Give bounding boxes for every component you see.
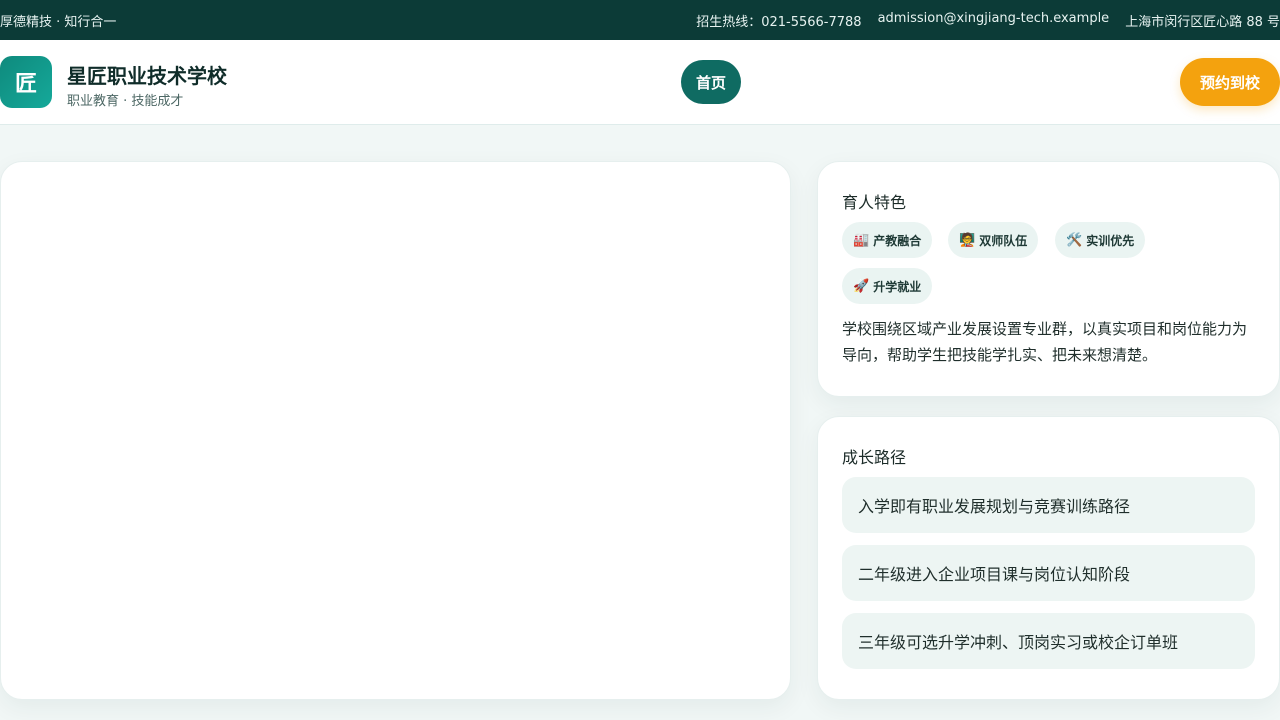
feature-tag[interactable]: 🛠️ 实训优先 xyxy=(1055,222,1146,258)
teacher-icon: 🧑‍🏫 xyxy=(959,232,976,248)
features-description: 学校围绕区域产业发展设置专业群，以真实项目和岗位能力为导向，帮助学生把技能学扎实… xyxy=(842,320,1248,364)
school-logo-icon[interactable]: 匠 xyxy=(0,56,52,108)
admission-hotline: 招生热线：021-5566-7788 xyxy=(696,14,862,30)
features-title: 育人特色 xyxy=(842,193,907,212)
feature-tag-label: 升学就业 xyxy=(873,279,922,294)
feature-tag[interactable]: 🏭 产教融合 xyxy=(842,222,933,258)
feature-tag-label: 双师队伍 xyxy=(979,233,1028,248)
school-name[interactable]: 星匠职业技术学校 xyxy=(67,60,227,89)
book-visit-button[interactable]: 预约到校 xyxy=(1180,58,1280,106)
growth-path-title: 成长路径 xyxy=(842,448,907,467)
features-card: 育人特色 🏭 产教融合 🧑‍🏫 双师队伍 🛠️ 实训优先 🚀 升学就业 学校围绕… xyxy=(817,161,1280,397)
main-content-card xyxy=(0,161,791,700)
growth-step: 二年级进入企业项目课与岗位认知阶段 xyxy=(842,545,1255,601)
growth-step: 三年级可选升学冲刺、顶岗实习或校企订单班 xyxy=(842,613,1255,669)
top-info-bar: 厚德精技 · 知行合一 招生热线：021-5566-7788 admission… xyxy=(0,0,1280,40)
school-slogan: 厚德精技 · 知行合一 xyxy=(0,14,117,30)
factory-icon: 🏭 xyxy=(853,232,870,248)
nav-home-button[interactable]: 首页 xyxy=(681,60,741,104)
feature-tag[interactable]: 🚀 升学就业 xyxy=(842,268,933,304)
feature-tag[interactable]: 🧑‍🏫 双师队伍 xyxy=(948,222,1039,258)
growth-step: 入学即有职业发展规划与竞赛训练路径 xyxy=(842,477,1255,533)
contact-info: 招生热线：021-5566-7788 admission@xingjiang-t… xyxy=(696,11,1280,30)
tools-icon: 🛠️ xyxy=(1066,232,1083,248)
feature-tag-label: 实训优先 xyxy=(1086,233,1135,248)
feature-tag-label: 产教融合 xyxy=(873,233,922,248)
rocket-icon: 🚀 xyxy=(853,278,870,294)
school-address: 上海市闵行区匠心路 88 号 xyxy=(1125,14,1280,30)
growth-path-card: 成长路径 入学即有职业发展规划与竞赛训练路径 二年级进入企业项目课与岗位认知阶段… xyxy=(817,416,1280,700)
school-tagline: 职业教育 · 技能成才 xyxy=(67,94,184,109)
site-header: 匠 星匠职业技术学校 职业教育 · 技能成才 首页 预约到校 xyxy=(0,40,1280,125)
admission-email[interactable]: admission@xingjiang-tech.example xyxy=(878,11,1110,30)
